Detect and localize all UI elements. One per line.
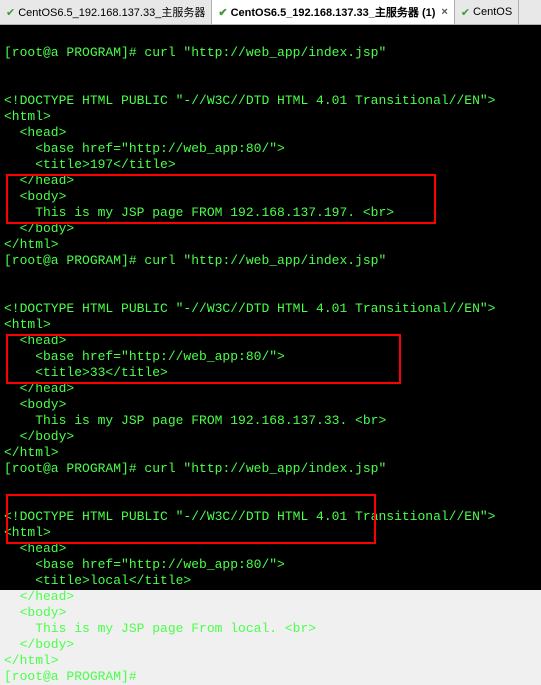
tab-bar: ✔ CentOS6.5_192.168.137.33_主服务器 ✔ CentOS… <box>0 0 541 25</box>
output-line: </body> <box>4 637 74 652</box>
output-line: <title>local</title> <box>4 573 191 588</box>
check-icon: ✔ <box>218 6 227 19</box>
output-line: This is my JSP page From local. <br> <box>4 621 316 636</box>
output-line: <head> <box>4 541 66 556</box>
tab-label: CentOS <box>473 6 512 18</box>
output-line: </head> <box>4 173 74 188</box>
tab-label: CentOS6.5_192.168.137.33_主服务器 (1) <box>231 4 436 20</box>
tab-inactive-1[interactable]: ✔ CentOS6.5_192.168.137.33_主服务器 <box>0 0 212 24</box>
output-line: <title>197</title> <box>4 157 176 172</box>
prompt-line: [root@a PROGRAM]# <box>4 669 137 684</box>
check-icon: ✔ <box>461 6 470 19</box>
output-line: <body> <box>4 397 66 412</box>
tab-label: CentOS6.5_192.168.137.33_主服务器 <box>18 4 205 20</box>
output-line: </body> <box>4 429 74 444</box>
output-line: </html> <box>4 237 59 252</box>
output-line: <!DOCTYPE HTML PUBLIC "-//W3C//DTD HTML … <box>4 301 495 316</box>
close-icon[interactable]: × <box>441 6 447 18</box>
output-line: <body> <box>4 189 66 204</box>
output-line: <head> <box>4 125 66 140</box>
tab-inactive-2[interactable]: ✔ CentOS <box>455 0 519 24</box>
output-line: <html> <box>4 525 51 540</box>
output-line: <title>33</title> <box>4 365 168 380</box>
prompt-line: [root@a PROGRAM]# curl "http://web_app/i… <box>4 45 386 60</box>
output-line: <!DOCTYPE HTML PUBLIC "-//W3C//DTD HTML … <box>4 93 495 108</box>
output-line: </html> <box>4 653 59 668</box>
output-line: <base href="http://web_app:80/"> <box>4 557 285 572</box>
output-line: <base href="http://web_app:80/"> <box>4 141 285 156</box>
output-line: <base href="http://web_app:80/"> <box>4 349 285 364</box>
output-line: <html> <box>4 317 51 332</box>
output-line: </html> <box>4 445 59 460</box>
output-line: <head> <box>4 333 66 348</box>
output-line: </body> <box>4 221 74 236</box>
terminal-output[interactable]: [root@a PROGRAM]# curl "http://web_app/i… <box>0 25 541 590</box>
prompt-line: [root@a PROGRAM]# curl "http://web_app/i… <box>4 253 386 268</box>
output-line: This is my JSP page FROM 192.168.137.197… <box>4 205 394 220</box>
tab-active[interactable]: ✔ CentOS6.5_192.168.137.33_主服务器 (1) × <box>212 0 454 24</box>
prompt-line: [root@a PROGRAM]# curl "http://web_app/i… <box>4 461 386 476</box>
output-line: <body> <box>4 605 66 620</box>
check-icon: ✔ <box>6 6 15 19</box>
output-line: </head> <box>4 381 74 396</box>
output-line: This is my JSP page FROM 192.168.137.33.… <box>4 413 386 428</box>
output-line: <!DOCTYPE HTML PUBLIC "-//W3C//DTD HTML … <box>4 509 495 524</box>
output-line: <html> <box>4 109 51 124</box>
output-line: </head> <box>4 589 74 604</box>
